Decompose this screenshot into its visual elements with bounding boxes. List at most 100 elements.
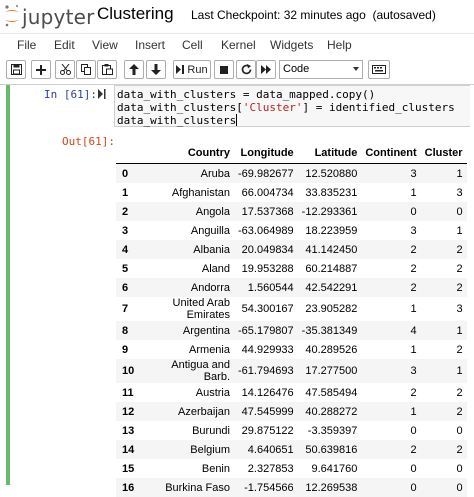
- save-icon: [11, 64, 22, 75]
- row-index: 12: [116, 402, 142, 421]
- row-index: 13: [116, 421, 142, 440]
- menu-edit[interactable]: Edit: [54, 38, 75, 52]
- longitude-cell: -1.754566: [234, 478, 298, 497]
- latitude-cell: 50.639816: [298, 440, 362, 459]
- add-cell-button[interactable]: [31, 60, 51, 79]
- move-up-button[interactable]: [124, 60, 144, 79]
- cluster-cell: 2: [421, 440, 467, 459]
- row-index: 9: [116, 340, 142, 359]
- menu-bar: File Edit View Insert Cell Kernel Widget…: [0, 33, 474, 58]
- jupyter-logo[interactable]: jupyter: [4, 3, 94, 29]
- paste-button[interactable]: [97, 60, 117, 79]
- cluster-cell: 2: [421, 278, 467, 297]
- continent-cell: 1: [361, 183, 420, 202]
- latitude-cell: 40.288272: [298, 402, 362, 421]
- cell-type-value: Code: [283, 63, 309, 75]
- continent-cell: 2: [361, 440, 420, 459]
- row-index: 15: [116, 459, 142, 478]
- code-cell[interactable]: In [61]: data_with_clusters = data_mappe…: [6, 85, 470, 485]
- country-cell: United Arab Emirates: [142, 297, 234, 321]
- run-icon: [176, 65, 185, 74]
- country-cell: Benin: [142, 459, 234, 478]
- dataframe-table: Country Longitude Latitude Continent Clu…: [116, 143, 467, 497]
- jupyter-logo-icon: [4, 4, 20, 28]
- menu-cell[interactable]: Cell: [182, 38, 203, 52]
- keyboard-icon: [372, 65, 386, 74]
- table-row: 16Burkina Faso-1.75456612.26953800: [116, 478, 467, 497]
- continent-cell: 1: [361, 340, 420, 359]
- cut-button[interactable]: [55, 60, 75, 79]
- country-cell: Albania: [142, 240, 234, 259]
- country-cell: Argentina: [142, 321, 234, 340]
- continent-cell: 2: [361, 259, 420, 278]
- move-down-icon: [151, 64, 161, 75]
- command-palette-button[interactable]: [368, 60, 390, 79]
- cluster-cell: 2: [421, 240, 467, 259]
- menu-view[interactable]: View: [92, 38, 118, 52]
- table-row: 5Aland19.95328860.21488722: [116, 259, 467, 278]
- row-index: 3: [116, 221, 142, 240]
- table-row: 8Argentina-65.179807-35.38134941: [116, 321, 467, 340]
- cluster-cell: 0: [421, 478, 467, 497]
- latitude-cell: 60.214887: [298, 259, 362, 278]
- country-cell: Andorra: [142, 278, 234, 297]
- table-row: 13Burundi29.875122-3.35939700: [116, 421, 467, 440]
- code-editor[interactable]: data_with_clusters = data_mapped.copy() …: [114, 85, 470, 127]
- restart-icon: [241, 64, 252, 75]
- longitude-cell: 20.049834: [234, 240, 298, 259]
- menu-insert[interactable]: Insert: [135, 38, 165, 52]
- latitude-cell: -3.359397: [298, 421, 362, 440]
- cluster-cell: 1: [421, 221, 467, 240]
- copy-icon: [81, 64, 92, 75]
- cluster-cell: 1: [421, 164, 467, 184]
- cluster-cell: 0: [421, 421, 467, 440]
- latitude-cell: 9.641760: [298, 459, 362, 478]
- restart-button[interactable]: [236, 60, 256, 79]
- code-line-3: data_with_clusters: [117, 114, 237, 127]
- table-row: 15Benin2.3278539.64176000: [116, 459, 467, 478]
- restart-run-all-icon: [261, 65, 272, 74]
- save-button[interactable]: [6, 60, 26, 79]
- country-cell: Armenia: [142, 340, 234, 359]
- run-cell-icon[interactable]: [98, 89, 106, 99]
- stop-button[interactable]: [214, 60, 234, 79]
- run-button[interactable]: Run: [173, 60, 211, 79]
- restart-run-all-button[interactable]: [256, 60, 276, 79]
- output-prompt: Out[61]:: [62, 135, 115, 148]
- text-cursor: [236, 114, 237, 126]
- output-dataframe: Country Longitude Latitude Continent Clu…: [116, 143, 467, 497]
- cluster-cell: 1: [421, 359, 467, 383]
- table-row: 3Anguilla-63.06498918.22395931: [116, 221, 467, 240]
- continent-cell: 2: [361, 383, 420, 402]
- menu-help[interactable]: Help: [327, 38, 352, 52]
- menu-file[interactable]: File: [17, 38, 36, 52]
- latitude-cell: 12.269538: [298, 478, 362, 497]
- table-row: 2Angola17.537368-12.29336100: [116, 202, 467, 221]
- table-row: 0Aruba-69.98267712.52088031: [116, 164, 467, 184]
- row-index: 8: [116, 321, 142, 340]
- menu-kernel[interactable]: Kernel: [221, 38, 256, 52]
- country-cell: Afghanistan: [142, 183, 234, 202]
- row-index: 10: [116, 359, 142, 383]
- code-line-2-start: data_with_clusters[: [117, 101, 243, 114]
- country-cell: Austria: [142, 383, 234, 402]
- move-down-button[interactable]: [146, 60, 166, 79]
- latitude-cell: 42.542291: [298, 278, 362, 297]
- copy-button[interactable]: [76, 60, 96, 79]
- longitude-cell: 47.545999: [234, 402, 298, 421]
- continent-cell: 1: [361, 297, 420, 321]
- column-header-country: Country: [142, 143, 234, 164]
- checkpoint-status: Last Checkpoint: 32 minutes ago (autosav…: [191, 8, 436, 22]
- cell-type-select[interactable]: Code: [279, 60, 363, 79]
- longitude-cell: 14.126476: [234, 383, 298, 402]
- country-cell: Azerbaijan: [142, 402, 234, 421]
- menu-widgets[interactable]: Widgets: [270, 38, 313, 52]
- checkpoint-text: Last Checkpoint: 32 minutes ago: [191, 8, 366, 22]
- longitude-cell: 17.537368: [234, 202, 298, 221]
- row-index: 11: [116, 383, 142, 402]
- cluster-cell: 1: [421, 321, 467, 340]
- code-line-2: data_with_clusters['Cluster'] = identifi…: [117, 101, 455, 114]
- cluster-cell: 3: [421, 183, 467, 202]
- longitude-cell: -65.179807: [234, 321, 298, 340]
- notebook-title[interactable]: Clustering: [97, 4, 174, 24]
